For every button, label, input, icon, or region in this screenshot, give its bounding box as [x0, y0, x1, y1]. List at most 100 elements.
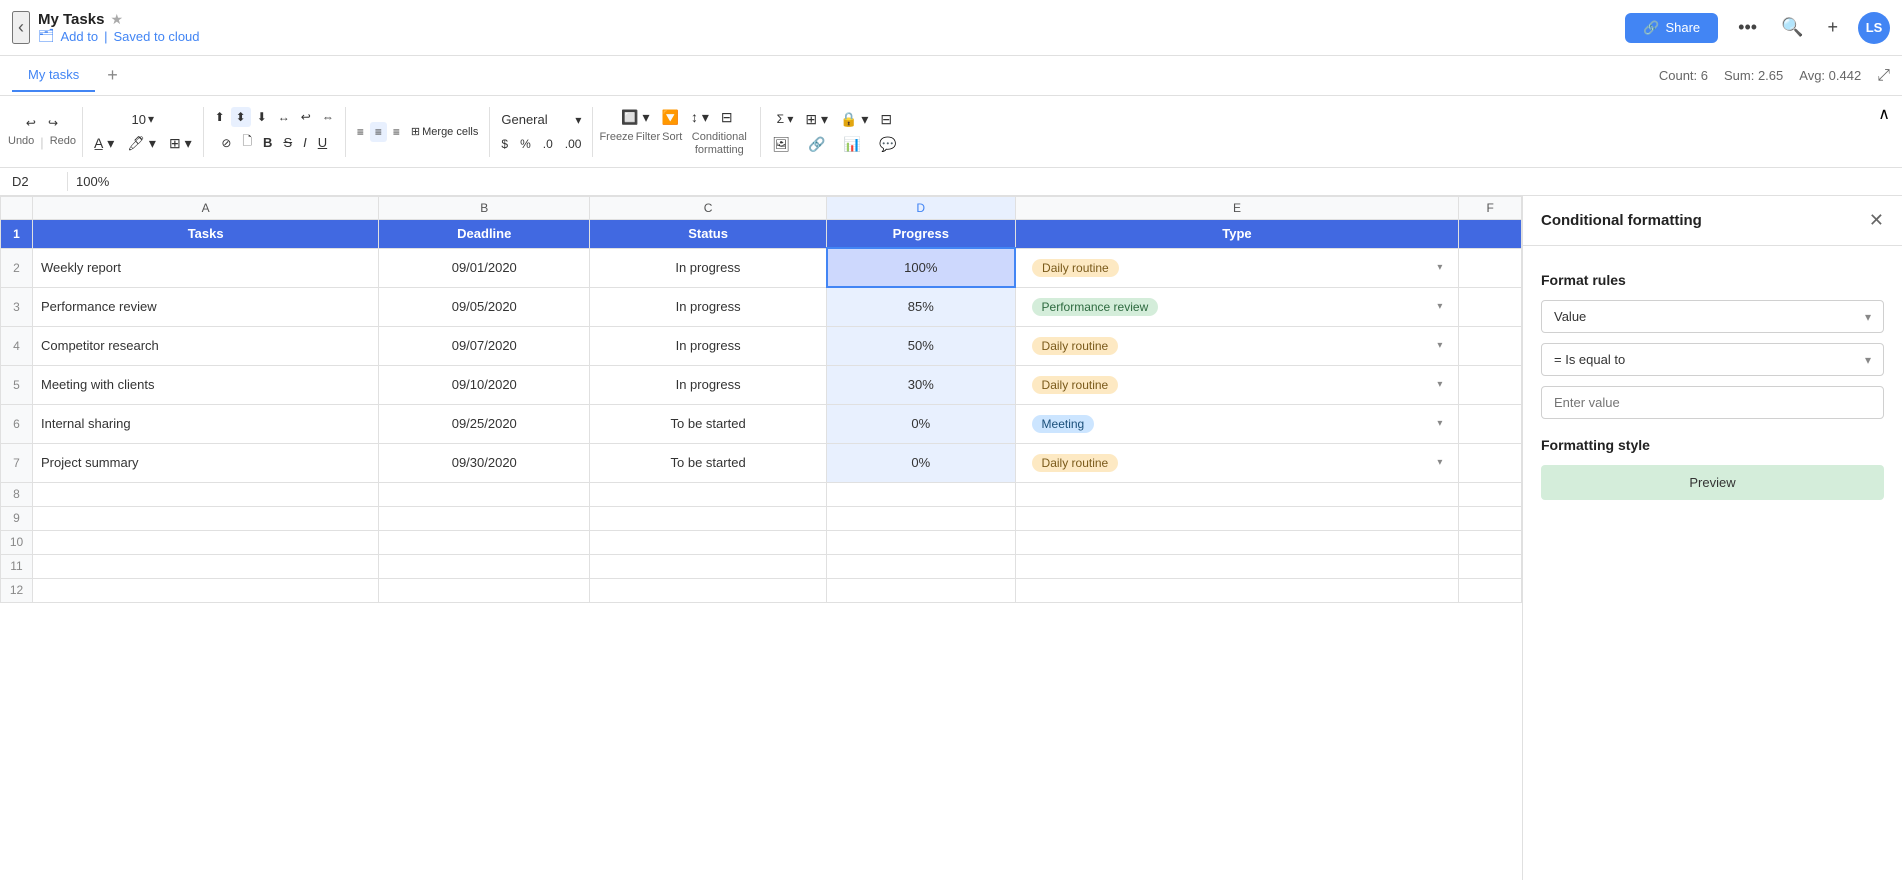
data-cell[interactable]: Meeting▾ [1015, 404, 1459, 443]
deadline-header[interactable]: Deadline [379, 220, 590, 249]
data-cell[interactable]: Daily routine▾ [1015, 365, 1459, 404]
more-options-button[interactable]: ••• [1734, 13, 1761, 42]
wrap-text-button[interactable]: ↔ [273, 107, 295, 127]
sum-function-button[interactable]: Σ ▾ [772, 108, 799, 131]
freeze-button[interactable]: 🔲 ▾ [616, 106, 654, 129]
data-cell[interactable]: To be started [590, 404, 827, 443]
data-cell[interactable]: 0% [827, 443, 1016, 482]
data-cell[interactable]: Internal sharing [33, 404, 379, 443]
data-validate-button[interactable]: ⊟ [875, 108, 897, 131]
type-dropdown-arrow[interactable]: ▾ [1437, 301, 1442, 312]
data-cell[interactable]: 09/30/2020 [379, 443, 590, 482]
add-tab-button[interactable]: + [99, 61, 126, 90]
tab-my-tasks[interactable]: My tasks [12, 59, 95, 92]
align-left-button[interactable]: ≡ [352, 122, 369, 142]
status-header[interactable]: Status [590, 220, 827, 249]
align-right-button[interactable]: ≡ [388, 122, 405, 142]
data-cell[interactable]: 0% [827, 404, 1016, 443]
dollar-button[interactable]: $ [496, 134, 513, 154]
col-header-e[interactable]: E [1015, 197, 1459, 220]
data-cell[interactable]: 09/25/2020 [379, 404, 590, 443]
data-cell[interactable]: Competitor research [33, 326, 379, 365]
align-center-button[interactable]: ≡ [370, 122, 387, 142]
data-cell[interactable]: Daily routine▾ [1015, 443, 1459, 482]
percent-button[interactable]: % [515, 134, 536, 154]
shrink-button[interactable]: ⇔ [317, 107, 339, 127]
data-cell[interactable]: Performance review▾ [1015, 287, 1459, 326]
image-button[interactable]: 🖼 [767, 133, 795, 156]
decimal-decrease-button[interactable]: .0 [538, 134, 558, 154]
data-cell[interactable]: In progress [590, 365, 827, 404]
link-button[interactable]: 🔗 [803, 133, 830, 156]
highlight-button[interactable]: 🖊 ▾ [122, 132, 161, 155]
progress-header[interactable]: Progress [827, 220, 1016, 249]
type-dropdown-arrow[interactable]: ▾ [1437, 340, 1442, 351]
filter-button[interactable]: 🔽 [657, 106, 684, 129]
conditional-format-toolbar-button[interactable]: ⊟ [716, 106, 738, 129]
font-size-selector[interactable]: 10 ▾ [127, 109, 160, 130]
decimal-increase-button[interactable]: .00 [560, 134, 587, 154]
type-header[interactable]: Type [1015, 220, 1459, 249]
data-cell[interactable]: Meeting with clients [33, 365, 379, 404]
chart-button[interactable]: 📊 [839, 133, 866, 156]
data-cell[interactable]: 09/05/2020 [379, 287, 590, 326]
rotate-button[interactable]: ↩ [296, 107, 316, 127]
protect-button[interactable]: 🔒 ▾ [835, 108, 873, 131]
value-input[interactable] [1541, 386, 1884, 419]
data-cell[interactable]: In progress [590, 287, 827, 326]
type-dropdown-arrow[interactable]: ▾ [1437, 262, 1442, 273]
data-cell[interactable]: In progress [590, 248, 827, 287]
freeze-rows-button[interactable]: ⊞ ▾ [800, 108, 833, 131]
align-top-button[interactable]: ⬆ [210, 107, 230, 127]
data-cell[interactable]: Weekly report [33, 248, 379, 287]
condition-dropdown[interactable]: = Is equal to ▾ [1541, 343, 1884, 376]
col-header-f[interactable]: F [1459, 197, 1522, 220]
sort-button[interactable]: ↕ ▾ [686, 106, 714, 129]
data-cell[interactable]: In progress [590, 326, 827, 365]
col-header-b[interactable]: B [379, 197, 590, 220]
undo-button[interactable]: ↩ [21, 113, 41, 133]
data-cell[interactable]: Daily routine▾ [1015, 248, 1459, 287]
value-dropdown[interactable]: Value ▾ [1541, 300, 1884, 333]
add-button[interactable]: + [1823, 13, 1842, 42]
data-cell[interactable]: 09/01/2020 [379, 248, 590, 287]
col-header-a[interactable]: A [33, 197, 379, 220]
redo-button[interactable]: ↪ [43, 113, 63, 133]
type-dropdown-arrow[interactable]: ▾ [1437, 418, 1442, 429]
panel-close-button[interactable]: ✕ [1869, 210, 1884, 231]
data-cell[interactable]: 09/07/2020 [379, 326, 590, 365]
italic-button[interactable]: I [298, 129, 312, 156]
align-middle-button[interactable]: ⬍ [231, 107, 251, 127]
format-clear-button[interactable]: ⊘ [216, 129, 236, 156]
expand-icon[interactable]: ⤢ [1877, 67, 1890, 85]
type-dropdown-arrow[interactable]: ▾ [1437, 457, 1442, 468]
col-header-c[interactable]: C [590, 197, 827, 220]
border-button[interactable]: ⊞ ▾ [164, 132, 197, 155]
format-copy-button[interactable]: 🗋 [237, 129, 257, 156]
type-dropdown-arrow[interactable]: ▾ [1437, 379, 1442, 390]
data-cell[interactable]: Performance review [33, 287, 379, 326]
underline-button[interactable]: U [313, 129, 332, 156]
tasks-header[interactable]: Tasks [33, 220, 379, 249]
merge-cells-button[interactable]: ⊞ Merge cells [406, 122, 483, 142]
data-cell[interactable]: To be started [590, 443, 827, 482]
data-cell[interactable]: 09/10/2020 [379, 365, 590, 404]
comments-button[interactable]: 💬 [874, 133, 901, 156]
font-color-button[interactable]: A̲ ▾ [89, 132, 119, 155]
search-button[interactable]: 🔍 [1777, 13, 1807, 42]
share-button[interactable]: 🔗 Share [1625, 13, 1718, 43]
star-icon[interactable]: ★ [110, 11, 123, 28]
data-cell[interactable]: Daily routine▾ [1015, 326, 1459, 365]
data-cell[interactable]: Project summary [33, 443, 379, 482]
data-cell[interactable]: 85% [827, 287, 1016, 326]
add-to-link[interactable]: Add to [61, 29, 99, 44]
data-cell[interactable]: 50% [827, 326, 1016, 365]
align-bottom-button[interactable]: ⬇ [252, 107, 272, 127]
col-header-d[interactable]: D [827, 197, 1016, 220]
data-cell[interactable]: 30% [827, 365, 1016, 404]
strikethrough-button[interactable]: S [278, 129, 297, 156]
bold-button[interactable]: B [258, 129, 277, 156]
back-button[interactable]: ‹ [12, 11, 30, 44]
collapse-toolbar-button[interactable]: ∧ [1874, 100, 1894, 128]
data-cell[interactable]: 100% [827, 248, 1016, 287]
